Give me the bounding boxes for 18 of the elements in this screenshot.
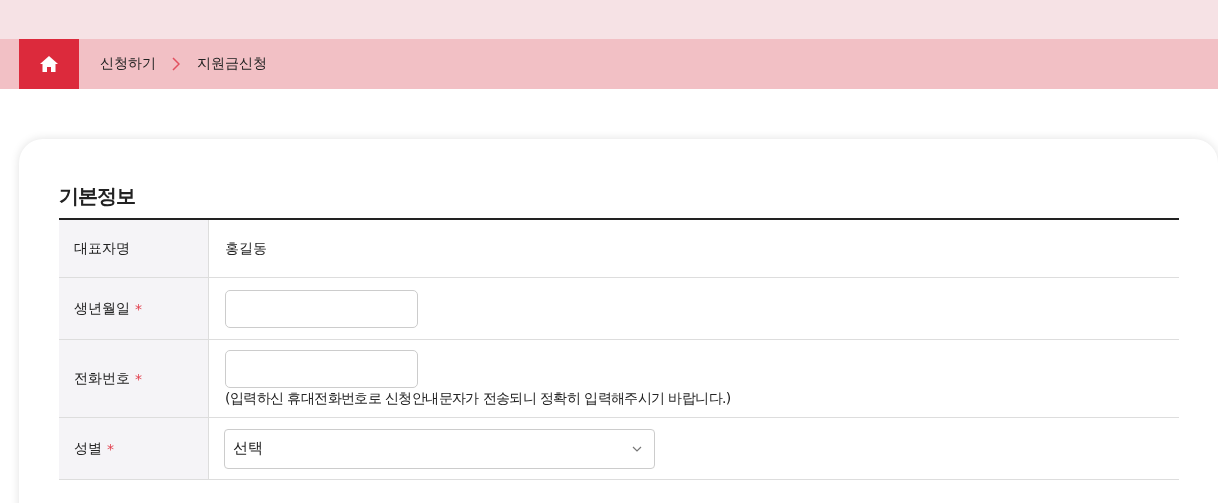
field-label: 성별 xyxy=(74,439,102,458)
caret-icon xyxy=(632,445,642,452)
chevron-icon xyxy=(172,57,180,71)
field-label: 생년월일 xyxy=(74,299,130,318)
home-icon xyxy=(40,56,58,72)
help-text: (입력하신 휴대전화번호로 신청안내문자가 전송되니 정확히 입력해주시기 바랍니다.) xyxy=(225,390,731,408)
required-mark: * xyxy=(107,440,114,457)
field-label: 전화번호 xyxy=(74,369,130,388)
required-mark: * xyxy=(135,370,142,387)
breadcrumb-link[interactable]: 신청하기 xyxy=(100,55,156,73)
required-mark: * xyxy=(135,300,142,317)
input-field[interactable] xyxy=(225,350,418,388)
field-label: 대표자명 xyxy=(74,239,130,258)
breadcrumb-link[interactable]: 지원금신청 xyxy=(197,55,267,73)
input-field[interactable] xyxy=(225,290,418,328)
home-button[interactable] xyxy=(19,39,79,89)
table-cell: 홍길동 xyxy=(225,239,267,258)
select-dropdown[interactable]: 선택 xyxy=(224,428,655,469)
